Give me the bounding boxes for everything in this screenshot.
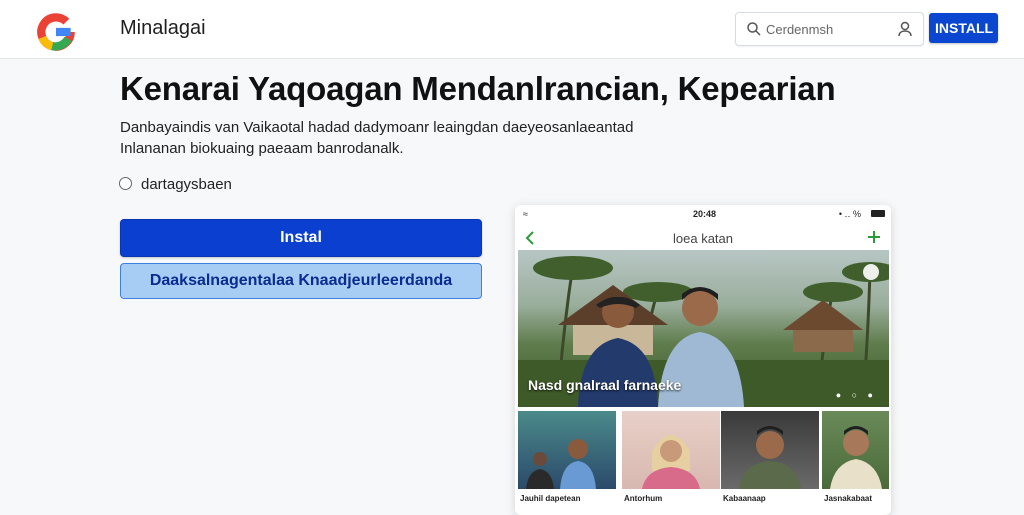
install-button[interactable]: Instal bbox=[120, 219, 482, 257]
page-title: Kenarai Yaqoagan Mendanlrancian, Kepeari… bbox=[120, 70, 836, 107]
thumbnail-1-image bbox=[526, 439, 596, 489]
phone-title: loea katan bbox=[673, 231, 733, 246]
description: Danbayaindis van Vaikaotal hadad dadymoa… bbox=[120, 117, 680, 159]
battery-icon bbox=[871, 210, 885, 217]
thumbnail-4-image bbox=[830, 426, 882, 489]
status-bar: ≈ 20:48 • ‥ % bbox=[515, 205, 891, 223]
radio-button[interactable] bbox=[119, 177, 132, 190]
secondary-action-button[interactable]: Daaksalnagentalaa Knaadjeurleerdanda bbox=[120, 263, 482, 299]
thumbnail-3-image bbox=[739, 426, 801, 489]
radio-label: dartagysbaen bbox=[141, 176, 232, 193]
user-icon[interactable] bbox=[897, 20, 915, 38]
phone-nav-bar: loea katan bbox=[515, 225, 891, 253]
thumbnail-2-label: Antorhum bbox=[624, 494, 663, 503]
thumbnail-row: Jauhil dapetean Antorhum Kabaanaap Jasna… bbox=[518, 411, 889, 515]
description-line-2: Inlananan biokuaing paeaam banrodanalk. bbox=[120, 140, 404, 157]
description-line-1: Danbayaindis van Vaikaotal hadad dadymoa… bbox=[120, 119, 634, 136]
google-logo-icon[interactable] bbox=[34, 10, 78, 54]
thumbnail-4[interactable] bbox=[822, 411, 889, 489]
wifi-icon: ≈ bbox=[523, 209, 528, 219]
app-name: Minalagai bbox=[120, 17, 206, 39]
hero-action-icons[interactable]: ● ○ ● bbox=[836, 390, 877, 400]
search-placeholder: Cerdenmsh bbox=[766, 22, 834, 37]
thumbnail-3-label: Kabaanaap bbox=[723, 494, 766, 503]
add-icon[interactable] bbox=[867, 230, 881, 244]
install-button-header[interactable]: INSTALL bbox=[929, 13, 998, 43]
search-icon bbox=[747, 22, 761, 36]
thumbnail-2-image bbox=[642, 435, 700, 489]
thumbnail-1-label: Jauhil dapetean bbox=[520, 494, 581, 503]
thumbnail-4-label: Jasnakabaat bbox=[824, 494, 873, 503]
thumbnail-1[interactable] bbox=[518, 411, 616, 489]
thumbnail-2[interactable] bbox=[622, 411, 720, 489]
phone-preview: ≈ 20:48 • ‥ % loea katan Nasd gnalraal f… bbox=[515, 205, 891, 515]
thumbnail-3[interactable] bbox=[721, 411, 819, 489]
status-time: 20:48 bbox=[693, 209, 717, 219]
status-indicators: • ‥ % bbox=[838, 209, 861, 219]
hero-image[interactable]: Nasd gnalraal farnaeke ● ○ ● bbox=[518, 250, 889, 407]
hero-caption: Nasd gnalraal farnaeke bbox=[528, 377, 682, 393]
top-bar: Minalagai Cerdenmsh INSTALL bbox=[0, 0, 1024, 59]
play-badge-icon[interactable] bbox=[863, 264, 879, 280]
search-input[interactable]: Cerdenmsh bbox=[735, 12, 924, 46]
